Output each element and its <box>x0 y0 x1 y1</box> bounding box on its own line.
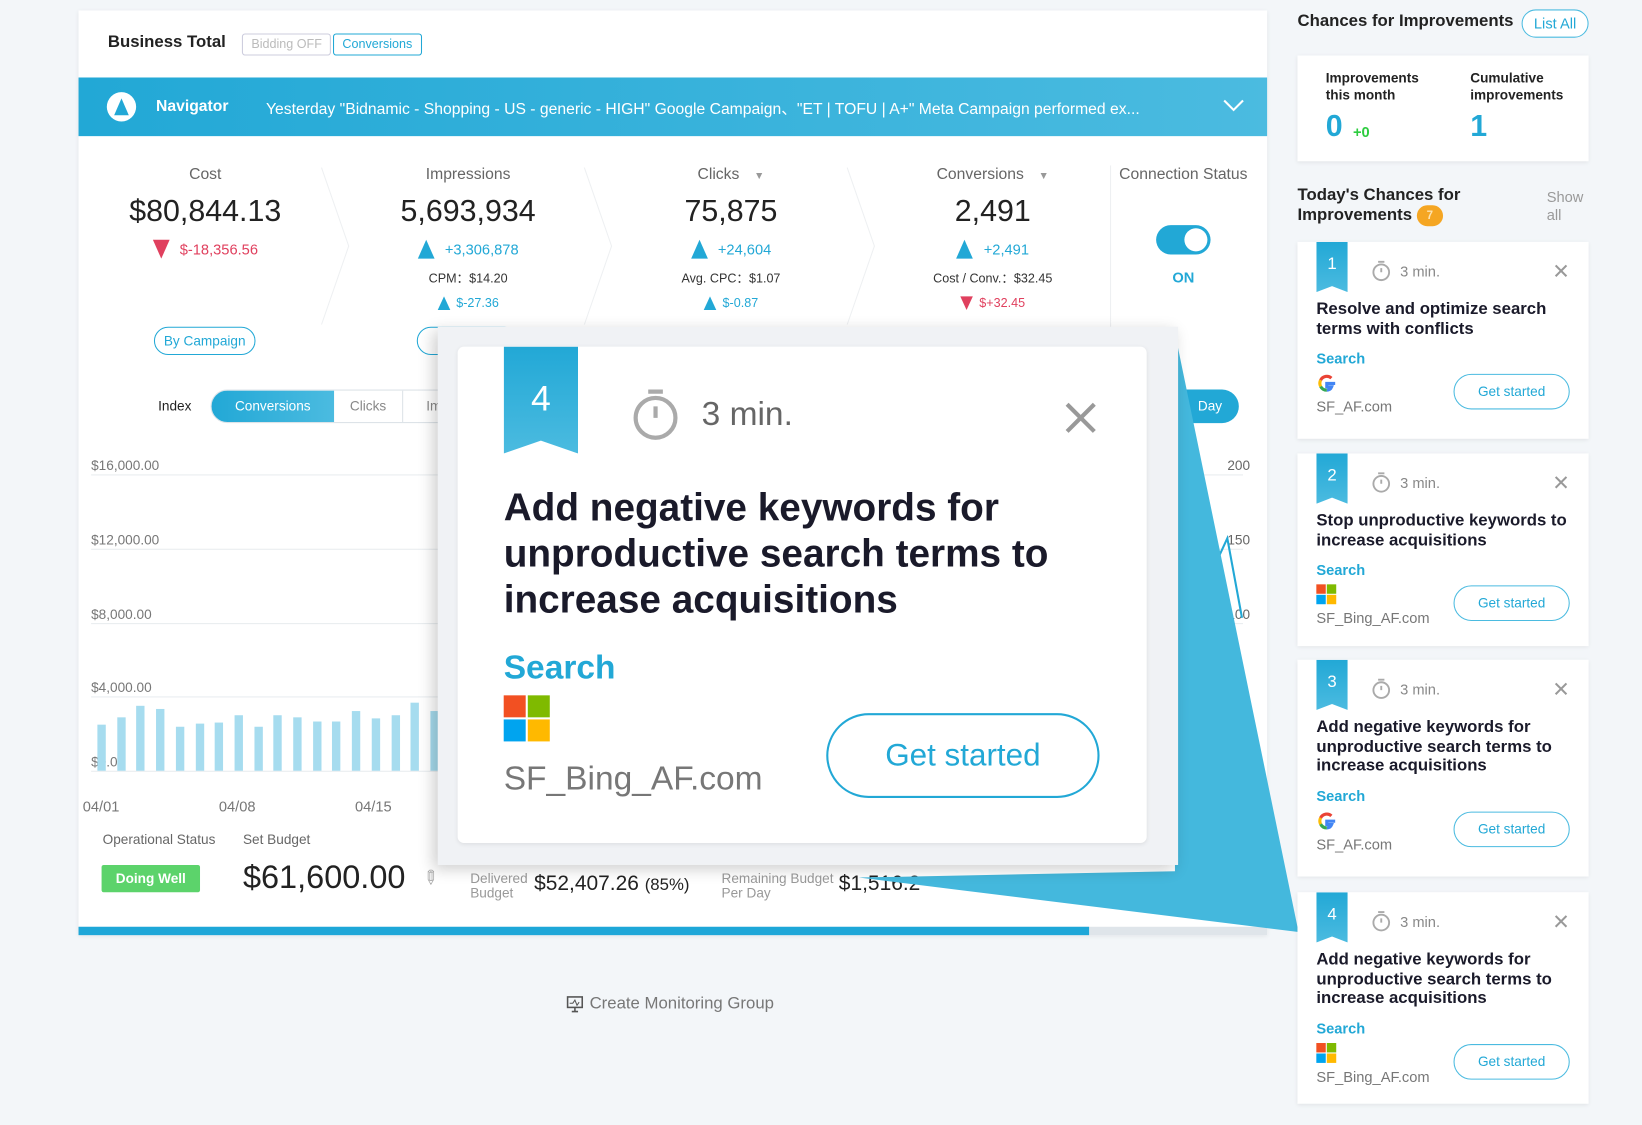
card-title: Add negative keywords for unproductive s… <box>1316 950 1552 1008</box>
get-started-button[interactable]: Get started <box>1453 585 1570 621</box>
cumulative-value: 1 <box>1470 109 1488 144</box>
card-time: 3 min. <box>1400 913 1441 930</box>
google-logo-icon <box>1318 374 1336 392</box>
microsoft-logo-icon <box>1316 584 1337 605</box>
popup-title: Add negative keywords for unproductive s… <box>503 485 1049 621</box>
close-icon[interactable]: ✕ <box>1552 259 1570 285</box>
improvement-card: 2 3 min. ✕ Stop unproductive keywords to… <box>1297 453 1589 647</box>
card-time: 3 min. <box>1400 680 1441 698</box>
close-icon[interactable]: ✕ <box>1552 909 1570 935</box>
timer-icon <box>1372 911 1391 932</box>
card-time: 3 min. <box>1400 474 1441 492</box>
sidebar-title: Chances for Improvements <box>1297 12 1514 31</box>
improvement-card: 4 3 min. ✕ Add negative keywords for unp… <box>1297 892 1589 1104</box>
popup-domain: SF_Bing_AF.com <box>503 759 763 797</box>
month-delta: +0 <box>1352 123 1370 141</box>
card-domain: SF_Bing_AF.com <box>1316 609 1430 627</box>
card-time: 3 min. <box>1400 262 1441 280</box>
microsoft-logo-icon <box>503 695 550 742</box>
get-started-button[interactable]: Get started <box>1453 811 1570 847</box>
month-value: 0 <box>1325 109 1343 144</box>
cumulative-label: Cumulative improvements <box>1470 70 1564 103</box>
timer-icon <box>633 389 678 440</box>
month-label: Improvements this month <box>1325 70 1419 103</box>
popup-source: Search <box>503 648 616 686</box>
timer-icon <box>1372 678 1391 699</box>
show-all-link[interactable]: Show all <box>1547 188 1589 224</box>
improvements-stats: Improvements this month 0 +0 Cumulative … <box>1297 55 1589 162</box>
popup-get-started-button[interactable]: Get started <box>826 713 1100 798</box>
improvement-card: 1 3 min. ✕ Resolve and optimize search t… <box>1297 241 1589 439</box>
today-count-badge: 7 <box>1416 205 1443 227</box>
list-all-button[interactable]: List All <box>1521 9 1589 38</box>
card-source: Search <box>1316 1019 1366 1037</box>
timer-icon <box>1372 472 1391 493</box>
today-title: Today's Chances for Improvements 7 <box>1297 186 1461 227</box>
popup-improvement-card: 4 3 min. Add negative keywords for unpro… <box>457 346 1147 843</box>
close-icon[interactable] <box>1064 401 1098 435</box>
zoom-callout: 4 3 min. Add negative keywords for unpro… <box>437 326 1179 865</box>
card-title: Add negative keywords for unproductive s… <box>1316 718 1552 775</box>
rank-ribbon: 4 <box>503 346 579 454</box>
close-icon[interactable]: ✕ <box>1552 676 1570 702</box>
get-started-button[interactable]: Get started <box>1453 373 1570 410</box>
popup-time: 3 min. <box>701 394 793 433</box>
improvement-card: 3 3 min. ✕ Add negative keywords for unp… <box>1297 659 1589 877</box>
rank-ribbon: 4 <box>1316 892 1348 943</box>
card-domain: SF_Bing_AF.com <box>1316 1067 1430 1085</box>
get-started-button[interactable]: Get started <box>1453 1043 1570 1080</box>
card-domain: SF_AF.com <box>1316 835 1393 852</box>
close-icon[interactable]: ✕ <box>1552 470 1570 496</box>
card-domain: SF_AF.com <box>1316 397 1393 415</box>
card-title: Resolve and optimize search terms with c… <box>1316 300 1547 338</box>
card-source: Search <box>1316 561 1366 579</box>
rank-ribbon: 2 <box>1316 453 1348 504</box>
rank-ribbon: 3 <box>1316 659 1348 711</box>
rank-ribbon: 1 <box>1316 241 1348 293</box>
microsoft-logo-icon <box>1316 1042 1337 1063</box>
card-source: Search <box>1316 349 1366 367</box>
card-title: Stop unproductive keywords to increase a… <box>1316 512 1567 550</box>
timer-icon <box>1372 260 1391 282</box>
google-logo-icon <box>1318 812 1336 829</box>
card-source: Search <box>1316 786 1366 804</box>
